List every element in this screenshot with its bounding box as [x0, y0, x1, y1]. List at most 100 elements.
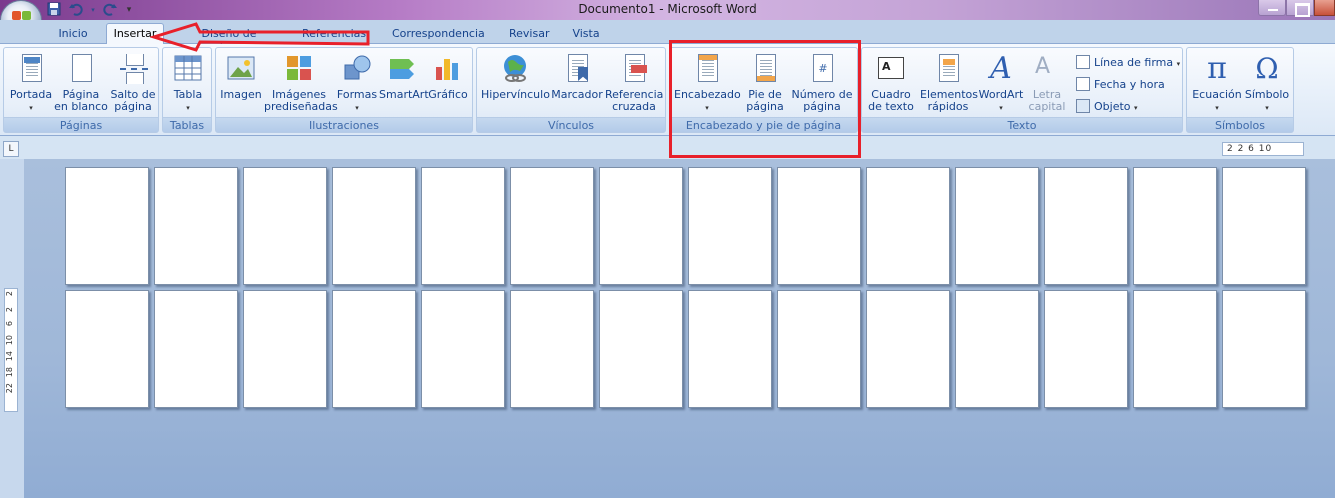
grafico-button[interactable]: Gráfico: [426, 50, 470, 116]
tab-correspondencia[interactable]: Correspondencia: [392, 26, 485, 44]
group-label-ilustraciones: Ilustraciones: [216, 117, 472, 132]
document-page[interactable]: [510, 167, 594, 285]
tab-selector[interactable]: L: [3, 141, 19, 157]
cuadro-de-texto-button[interactable]: A Cuadro de texto: [864, 50, 918, 116]
document-page[interactable]: [332, 167, 416, 285]
document-page[interactable]: [1044, 290, 1128, 408]
document-page[interactable]: [599, 290, 683, 408]
date-time-icon: [1076, 77, 1090, 91]
wordart-button[interactable]: A WordArt ▾: [976, 50, 1026, 116]
elementos-rapidos-button[interactable]: Elementos rápidos: [920, 50, 978, 116]
document-page[interactable]: [421, 167, 505, 285]
undo-icon[interactable]: [68, 2, 84, 18]
omega-icon: Ω: [1255, 52, 1279, 85]
table-icon: [172, 53, 204, 85]
document-page[interactable]: [688, 167, 772, 285]
close-button[interactable]: [1314, 0, 1335, 16]
quick-access-toolbar: ▾ ▾: [46, 1, 134, 19]
smartart-button[interactable]: SmartArt: [379, 50, 429, 116]
fecha-y-hora-button[interactable]: Fecha y hora: [1076, 76, 1165, 94]
tab-inicio[interactable]: Inicio: [58, 26, 88, 44]
customize-qat-icon[interactable]: ▾: [124, 2, 134, 18]
document-page[interactable]: [243, 167, 327, 285]
document-page[interactable]: [599, 167, 683, 285]
document-page[interactable]: [243, 290, 327, 408]
undo-dropdown-icon[interactable]: ▾: [90, 2, 96, 18]
salto-de-pagina-button[interactable]: Salto de página: [108, 50, 158, 116]
group-label-paginas: Páginas: [4, 117, 158, 132]
bookmark-icon: [561, 53, 593, 85]
title-bar: Documento1 - Microsoft Word: [0, 0, 1335, 20]
tabla-button[interactable]: Tabla ▾: [165, 50, 211, 116]
document-page[interactable]: [332, 290, 416, 408]
document-page[interactable]: [777, 290, 861, 408]
document-page[interactable]: [65, 167, 149, 285]
group-vinculos: Hipervínculo Marcador Referencia cruzada…: [476, 47, 666, 133]
pi-icon: π: [1207, 51, 1227, 86]
page-break-icon: [117, 53, 149, 85]
document-page[interactable]: [154, 167, 238, 285]
document-page[interactable]: [955, 290, 1039, 408]
document-page[interactable]: [1133, 167, 1217, 285]
document-page[interactable]: [421, 290, 505, 408]
formas-button[interactable]: Formas ▾: [336, 50, 378, 116]
document-page[interactable]: [955, 167, 1039, 285]
annotation-arrow: [150, 22, 370, 52]
redo-icon[interactable]: [102, 2, 118, 18]
ruler-bar: [0, 137, 1335, 159]
document-page[interactable]: [1222, 167, 1306, 285]
group-simbolos: π Ecuación ▾ Ω Símbolo ▾ Símbolos: [1186, 47, 1294, 133]
document-page[interactable]: [688, 290, 772, 408]
highlight-box: [669, 40, 861, 158]
quick-parts-icon: [932, 53, 964, 85]
ribbon: Portada ▾ Página en blanco Salto de pági…: [0, 44, 1335, 136]
wordart-icon: A: [990, 51, 1012, 86]
hyperlink-icon: [499, 53, 531, 85]
document-page[interactable]: [65, 290, 149, 408]
signature-line-icon: [1076, 55, 1090, 69]
pagina-en-blanco-button[interactable]: Página en blanco: [54, 50, 108, 116]
document-page[interactable]: [1044, 167, 1128, 285]
letra-capital-button[interactable]: A Letra capital: [1026, 50, 1068, 116]
group-label-texto: Texto: [862, 117, 1182, 132]
document-page[interactable]: [777, 167, 861, 285]
document-page[interactable]: [154, 290, 238, 408]
tab-revisar[interactable]: Revisar: [509, 26, 549, 44]
group-label-tablas: Tablas: [163, 117, 211, 132]
imagen-button[interactable]: Imagen: [218, 50, 264, 116]
document-page[interactable]: [866, 290, 950, 408]
group-label-simbolos: Símbolos: [1187, 117, 1293, 132]
simbolo-button[interactable]: Ω Símbolo ▾: [1243, 50, 1291, 116]
hipervinculo-button[interactable]: Hipervínculo: [481, 50, 550, 116]
clip-art-icon: [283, 53, 315, 85]
marcador-button[interactable]: Marcador: [551, 50, 603, 116]
tab-vista[interactable]: Vista: [572, 26, 600, 44]
blank-page-icon: [65, 53, 97, 85]
group-label-vinculos: Vínculos: [477, 117, 665, 132]
window-title: Documento1 - Microsoft Word: [578, 2, 757, 16]
group-paginas: Portada ▾ Página en blanco Salto de pági…: [3, 47, 159, 133]
referencia-cruzada-button[interactable]: Referencia cruzada: [605, 50, 663, 116]
shapes-icon: [341, 53, 373, 85]
horizontal-ruler[interactable]: 2 2 6 10: [1222, 142, 1304, 156]
objeto-button[interactable]: Objeto ▾: [1076, 98, 1138, 116]
linea-de-firma-button[interactable]: Línea de firma ▾: [1076, 54, 1180, 72]
text-box-icon: A: [875, 53, 907, 85]
ecuacion-button[interactable]: π Ecuación ▾: [1191, 50, 1243, 116]
group-tablas: Tabla ▾ Tablas: [162, 47, 212, 133]
document-page[interactable]: [510, 290, 594, 408]
document-page[interactable]: [1222, 290, 1306, 408]
group-ilustraciones: Imagen Imágenes prediseñadas Formas ▾ Sm…: [215, 47, 473, 133]
vertical-ruler[interactable]: 2 2 6 10 14 18 22: [4, 288, 18, 412]
document-page[interactable]: [1133, 290, 1217, 408]
object-icon: [1076, 99, 1090, 113]
imagenes-predisenadas-button[interactable]: Imágenes prediseñadas: [264, 50, 338, 116]
picture-icon: [225, 53, 257, 85]
document-page[interactable]: [866, 167, 950, 285]
smartart-icon: [386, 53, 418, 85]
maximize-button[interactable]: [1286, 0, 1314, 17]
cover-page-icon: [15, 53, 47, 85]
save-icon[interactable]: [46, 2, 62, 18]
minimize-button[interactable]: [1258, 0, 1286, 16]
portada-button[interactable]: Portada ▾: [6, 50, 56, 116]
